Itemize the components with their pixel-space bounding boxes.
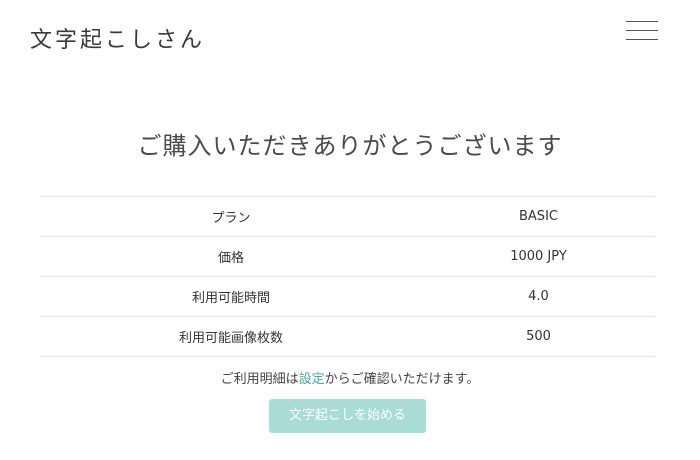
start-transcription-button[interactable]: 文字起こしを始める bbox=[269, 399, 426, 433]
menu-bar bbox=[626, 30, 658, 31]
table-row: 価格 1000 JPY bbox=[40, 236, 655, 277]
app-logo[interactable]: 文字起こしさん bbox=[30, 22, 205, 54]
row-label: プラン bbox=[40, 196, 422, 237]
note-text-after: からご確認いただけます。 bbox=[324, 372, 480, 387]
row-value: 4.0 bbox=[422, 276, 655, 317]
row-label: 利用可能画像枚数 bbox=[40, 316, 422, 357]
row-label: 利用可能時間 bbox=[40, 276, 422, 317]
row-value: BASIC bbox=[422, 196, 655, 237]
page-title: ご購入いただきありがとうございます bbox=[137, 132, 563, 160]
row-value: 1000 JPY bbox=[422, 236, 655, 277]
row-value: 500 bbox=[422, 316, 655, 357]
row-label: 価格 bbox=[40, 236, 422, 277]
table-row: プラン BASIC bbox=[40, 196, 655, 237]
billing-note: ご利用明細は設定からご確認いただけます。 bbox=[0, 368, 700, 387]
table-row: 利用可能時間 4.0 bbox=[40, 276, 655, 317]
menu-bar bbox=[626, 39, 658, 40]
table-row: 利用可能画像枚数 500 bbox=[40, 316, 655, 357]
purchase-summary-table: プラン BASIC 価格 1000 JPY 利用可能時間 4.0 利用可能画像枚… bbox=[40, 196, 655, 357]
menu-bar bbox=[626, 21, 658, 22]
note-text-before: ご利用明細は bbox=[220, 372, 299, 387]
hamburger-menu-icon[interactable] bbox=[626, 20, 660, 42]
settings-link[interactable]: 設定 bbox=[299, 372, 325, 387]
